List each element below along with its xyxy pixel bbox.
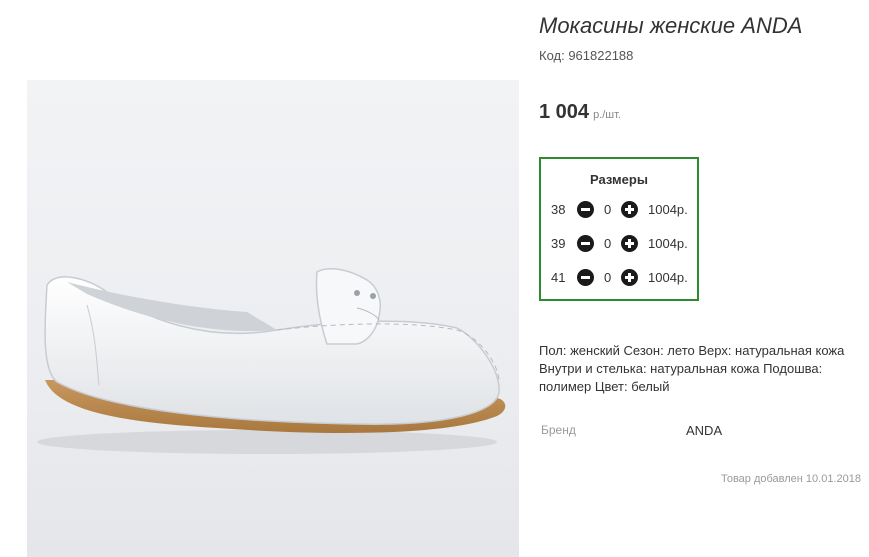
brand-value[interactable]: ANDA	[686, 423, 722, 438]
product-photo[interactable]	[27, 80, 519, 557]
plus-circle-icon[interactable]	[621, 269, 638, 286]
size-price: 1004р.	[648, 270, 688, 285]
product-description: Пол: женский Сезон: лето Верх: натуральн…	[539, 343, 845, 394]
minus-circle-icon[interactable]	[577, 269, 594, 286]
size-row: 39 0 1004р.	[541, 234, 697, 254]
minus-circle-icon[interactable]	[577, 235, 594, 252]
size-label: 38	[551, 202, 566, 217]
brand-label: Бренд	[541, 423, 576, 437]
white-moccasin-image	[37, 267, 506, 454]
size-quantity: 0	[604, 236, 612, 251]
sizes-panel: Размеры 38 0 1004р. 39 0 1004р. 41 0 100…	[539, 157, 699, 301]
size-row: 41 0 1004р.	[541, 268, 697, 288]
product-title: Мокасины женские ANDA	[539, 13, 803, 38]
product-price: 1 004 р./шт.	[539, 101, 621, 124]
date-added: Товар добавлен 10.01.2018	[720, 473, 861, 485]
size-quantity: 0	[604, 270, 612, 285]
size-label: 41	[551, 270, 566, 285]
size-label: 39	[551, 236, 566, 251]
size-quantity: 0	[604, 202, 612, 217]
price-unit: р./шт.	[593, 109, 621, 121]
product-code: Код: 961822188	[539, 48, 634, 63]
plus-circle-icon[interactable]	[621, 235, 638, 252]
plus-circle-icon[interactable]	[621, 201, 638, 218]
sizes-header: Размеры	[590, 172, 648, 187]
size-row: 38 0 1004р.	[541, 200, 697, 220]
size-price: 1004р.	[648, 236, 688, 251]
price-amount: 1 004	[539, 101, 590, 123]
size-price: 1004р.	[648, 202, 688, 217]
minus-circle-icon[interactable]	[577, 201, 594, 218]
